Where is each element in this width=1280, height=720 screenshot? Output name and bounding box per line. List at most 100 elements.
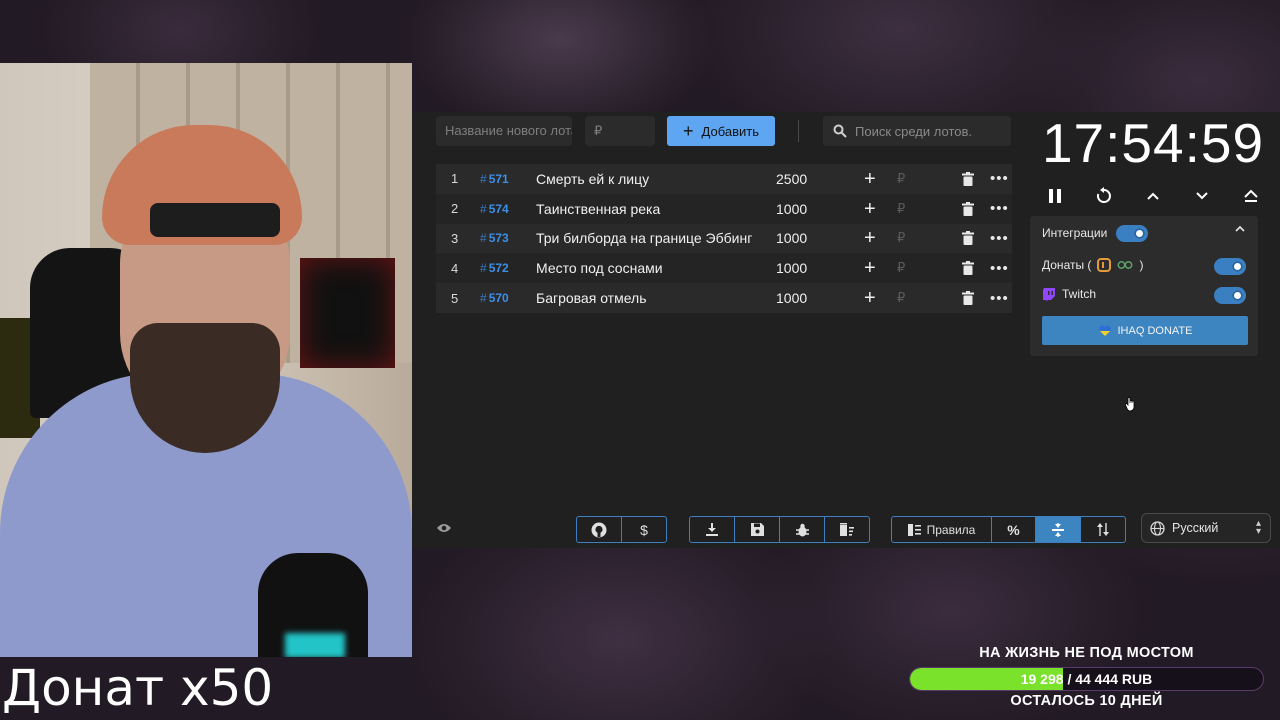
- integrations-title: Интеграции: [1042, 226, 1108, 240]
- twitch-integration: Twitch: [1042, 287, 1096, 301]
- goal-separator: /: [1067, 671, 1072, 687]
- new-lot-name-input[interactable]: [436, 116, 572, 146]
- language-select[interactable]: Русский ▴ ▾: [1141, 513, 1271, 543]
- lot-hash: #: [480, 171, 487, 186]
- donation-multiplier-label: Донат x50: [2, 659, 274, 717]
- dollar-icon: $: [640, 521, 648, 538]
- github-button[interactable]: [577, 517, 622, 542]
- lot-id[interactable]: #571: [480, 172, 509, 186]
- lot-name[interactable]: Три билборда на границе Эббинг: [536, 230, 752, 246]
- pause-button[interactable]: [1030, 180, 1079, 212]
- sort-icon: [1097, 523, 1109, 536]
- increase-time-button[interactable]: [1128, 180, 1177, 212]
- rules-icon: [907, 523, 921, 536]
- amount-input[interactable]: ₽: [897, 201, 905, 217]
- lot-hash: #: [480, 201, 487, 216]
- lot-name[interactable]: Место под соснами: [536, 260, 663, 276]
- lot-name[interactable]: Смерть ей к лицу: [536, 171, 649, 187]
- clear-lots-button[interactable]: [825, 517, 869, 542]
- lot-hash: #: [480, 291, 487, 306]
- more-options-icon[interactable]: •••: [990, 170, 1009, 187]
- plus-icon: +: [683, 121, 694, 141]
- add-amount-button[interactable]: +: [864, 258, 876, 278]
- add-amount-button[interactable]: +: [864, 199, 876, 219]
- search-placeholder: Поиск среди лотов.: [855, 123, 972, 139]
- timer-display: 17:54:59: [1041, 112, 1265, 174]
- ihaq-donate-button[interactable]: IHAQ DONATE: [1042, 316, 1248, 345]
- collapse-timer-button[interactable]: [1227, 180, 1276, 212]
- twitch-toggle[interactable]: [1214, 287, 1246, 304]
- amount-input[interactable]: ₽: [897, 230, 905, 246]
- select-arrows-icon: ▴ ▾: [1255, 518, 1261, 537]
- lot-id[interactable]: #572: [480, 261, 509, 275]
- lot-id[interactable]: #573: [480, 231, 509, 245]
- webcam-poster-right: [300, 258, 395, 368]
- amount-input[interactable]: ₽: [897, 290, 905, 306]
- sort-button[interactable]: [1081, 517, 1125, 542]
- auction-app: + Добавить Поиск среди лотов. 1 #571 Сме…: [412, 112, 1280, 548]
- add-lot-label: Добавить: [701, 123, 759, 139]
- lot-search-input[interactable]: Поиск среди лотов.: [823, 116, 1011, 146]
- lot-list: 1 #571 Смерть ей к лицу 2500 + ₽ ••• 2 #…: [436, 164, 1012, 313]
- view-button-group: Правила %: [891, 516, 1126, 543]
- lot-amount[interactable]: 2500: [776, 171, 807, 187]
- integrations-toggle[interactable]: [1116, 225, 1148, 242]
- download-button[interactable]: [690, 517, 735, 542]
- chevron-down-icon: [1196, 192, 1208, 200]
- links-button-group: $: [576, 516, 667, 543]
- report-bug-button[interactable]: [780, 517, 825, 542]
- search-icon: [833, 124, 847, 138]
- lot-row: 5 #570 Багровая отмель 1000 + ₽ •••: [436, 283, 1012, 313]
- mouse-cursor-icon: [1125, 397, 1135, 412]
- add-amount-button[interactable]: +: [864, 169, 876, 189]
- more-options-icon[interactable]: •••: [990, 290, 1009, 307]
- more-options-icon[interactable]: •••: [990, 230, 1009, 247]
- lot-amount[interactable]: 1000: [776, 201, 807, 217]
- lot-hash: #: [480, 261, 487, 276]
- reset-timer-button[interactable]: [1079, 180, 1128, 212]
- chevron-up-icon[interactable]: [1234, 224, 1246, 234]
- donate-dollar-button[interactable]: $: [622, 517, 666, 542]
- trash-sweep-icon: [840, 523, 854, 536]
- lot-amount[interactable]: 1000: [776, 290, 807, 306]
- rules-button[interactable]: Правила: [892, 517, 992, 542]
- donations-integration: Донаты ( ): [1042, 258, 1143, 272]
- donations-label-suffix: ): [1139, 258, 1144, 272]
- lot-id[interactable]: #574: [480, 202, 509, 216]
- amount-input[interactable]: ₽: [897, 260, 905, 276]
- lot-id[interactable]: #570: [480, 291, 509, 305]
- lot-amount[interactable]: 1000: [776, 260, 807, 276]
- save-icon: [750, 523, 764, 536]
- percent-button[interactable]: %: [992, 517, 1036, 542]
- lot-name[interactable]: Багровая отмель: [536, 290, 647, 306]
- goal-current: 19 298: [1020, 671, 1064, 687]
- add-lot-button[interactable]: + Добавить: [667, 116, 775, 146]
- more-options-icon[interactable]: •••: [990, 260, 1009, 277]
- webcam-microphone-light: [285, 633, 345, 657]
- donations-toggle[interactable]: [1214, 258, 1246, 275]
- lot-amount[interactable]: 1000: [776, 230, 807, 246]
- lot-row: 4 #572 Место под соснами 1000 + ₽ •••: [436, 253, 1012, 284]
- more-options-icon[interactable]: •••: [990, 200, 1009, 217]
- lot-id-number: 570: [488, 291, 509, 306]
- trash-icon[interactable]: [962, 291, 974, 306]
- trash-icon[interactable]: [962, 201, 974, 216]
- amount-input[interactable]: ₽: [897, 171, 905, 187]
- add-amount-button[interactable]: +: [864, 288, 876, 308]
- new-lot-price-input[interactable]: [585, 116, 655, 146]
- eye-icon[interactable]: [436, 522, 452, 534]
- add-amount-button[interactable]: +: [864, 228, 876, 248]
- trash-icon[interactable]: [962, 261, 974, 276]
- infinity-icon: [1117, 261, 1133, 269]
- save-button[interactable]: [735, 517, 780, 542]
- goal-target: 44 444 RUB: [1075, 671, 1153, 687]
- lot-name[interactable]: Таинственная река: [536, 201, 660, 217]
- rules-label: Правила: [926, 522, 976, 537]
- compact-view-button[interactable]: [1036, 517, 1081, 542]
- lot-index: 3: [451, 230, 459, 246]
- decrease-time-button[interactable]: [1178, 180, 1227, 212]
- trash-icon[interactable]: [962, 171, 974, 186]
- percent-icon: %: [1007, 521, 1020, 538]
- globe-icon: [1150, 520, 1165, 536]
- trash-icon[interactable]: [962, 231, 974, 246]
